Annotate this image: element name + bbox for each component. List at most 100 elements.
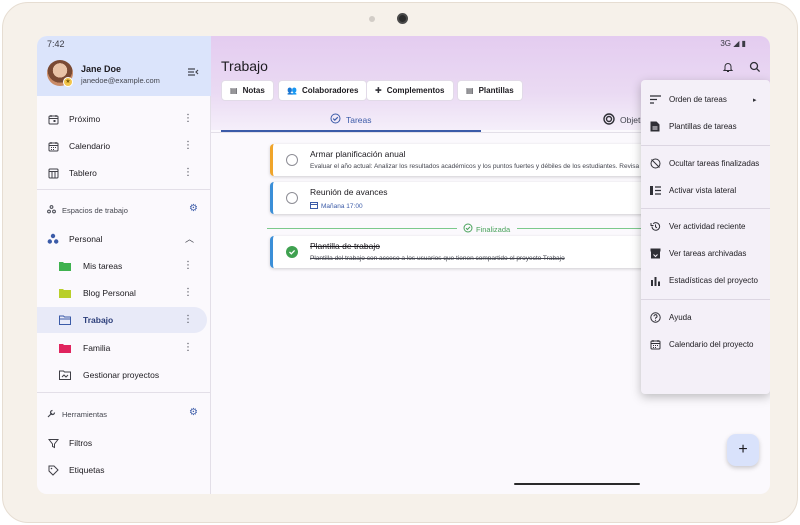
camera-lens [397, 13, 408, 24]
template-icon: ▤ [466, 86, 474, 95]
menu-item-label: Ocultar tareas finalizadas [669, 159, 760, 168]
task-description: Plantilla del trabajo con acceso a los u… [310, 255, 565, 262]
screen: 7:42 ★ Jane Doe janedoe@example.com Próx… [37, 36, 770, 494]
calendar-icon [47, 140, 59, 152]
collapse-menu-icon[interactable] [187, 66, 199, 78]
tab-objetivos[interactable]: Objeti [603, 113, 642, 127]
menu-item-ocultar[interactable]: Ocultar tareas finalizadas [641, 150, 770, 177]
menu-item-vista-lateral[interactable]: Activar vista lateral [641, 177, 770, 204]
task-title: Plantilla de trabajo [310, 241, 380, 251]
more-vert-icon[interactable]: ⋮ [183, 168, 193, 178]
project-label: Mis tareas [83, 261, 123, 271]
chip-plantillas[interactable]: ▤ Plantillas [457, 80, 523, 101]
project-blog-personal[interactable]: Blog Personal ⋮ [37, 280, 211, 306]
workspaces-title: Espacios de trabajo [62, 206, 128, 215]
folder-icon [59, 342, 71, 354]
menu-item-actividad[interactable]: Ver actividad reciente [641, 213, 770, 240]
hide-done-icon [649, 158, 661, 170]
menu-divider [641, 299, 770, 300]
puzzle-icon: ✚ [375, 86, 382, 95]
tools-settings-icon[interactable]: ⚙ [189, 407, 198, 418]
menu-item-calendario[interactable]: Calendario del proyecto [641, 331, 770, 358]
target-icon [603, 113, 615, 127]
menu-item-label: Ayuda [669, 313, 692, 322]
task-title: Armar planificación anual [310, 149, 406, 159]
workspace-icon [47, 233, 59, 245]
more-vert-icon[interactable]: ⋮ [183, 315, 193, 325]
project-familia[interactable]: Familia ⋮ [37, 335, 211, 361]
task-card[interactable]: Reunión de avances Mañana 17:00 [270, 182, 670, 214]
task-title: Reunión de avances [310, 187, 388, 197]
add-task-button[interactable]: + [727, 434, 759, 466]
menu-item-ayuda[interactable]: Ayuda [641, 304, 770, 331]
sidebar-item-label: Etiquetas [69, 465, 105, 475]
chip-label: Colaboradores [301, 86, 359, 95]
sidebar-item-etiquetas[interactable]: Etiquetas [37, 457, 211, 483]
template-icon [649, 121, 661, 133]
search-icon[interactable] [748, 60, 762, 74]
sidebar-item-calendario[interactable]: Calendario ⋮ [37, 133, 211, 159]
sidebar-item-label: Calendario [69, 141, 111, 151]
stats-icon [649, 275, 661, 287]
menu-item-orden[interactable]: Orden de tareas ▸ [641, 86, 770, 113]
sidebar-item-tablero[interactable]: Tablero ⋮ [37, 160, 211, 186]
user-name: Jane Doe [81, 64, 122, 74]
sidebar-item-label: Filtros [69, 438, 93, 448]
status-time: 7:42 [47, 39, 65, 49]
filter-icon [47, 437, 59, 449]
network-type: 3G [720, 39, 731, 48]
chip-colaboradores[interactable]: 👥 Colaboradores [278, 80, 368, 101]
sidebar: 7:42 ★ Jane Doe janedoe@example.com Próx… [37, 36, 211, 494]
tablet-frame: 7:42 ★ Jane Doe janedoe@example.com Próx… [2, 2, 798, 523]
menu-item-label: Activar vista lateral [669, 186, 737, 195]
workspace-label: Personal [69, 234, 103, 244]
more-vert-icon[interactable]: ⋮ [183, 114, 193, 124]
calendar-today-icon [47, 113, 59, 125]
menu-divider [641, 208, 770, 209]
more-vert-icon[interactable]: ⋮ [183, 343, 193, 353]
people-icon: 👥 [287, 86, 297, 95]
chevron-up-icon[interactable]: ︿ [185, 235, 194, 244]
workspace-personal[interactable]: Personal ︿ [37, 226, 211, 252]
manage-folder-icon [59, 369, 71, 381]
task-due-text: Mañana 17:00 [321, 202, 363, 210]
manage-projects[interactable]: Gestionar proyectos [37, 362, 211, 388]
task-checkbox[interactable] [286, 154, 298, 166]
chip-label: Notas [242, 86, 265, 95]
tools-title: Herramientas [62, 410, 108, 419]
menu-divider [641, 145, 770, 146]
tag-icon [47, 464, 59, 476]
sensor-dot [369, 16, 375, 22]
sort-icon [649, 94, 661, 106]
submenu-arrow-icon: ▸ [753, 96, 757, 104]
project-trabajo[interactable]: Trabajo ⋮ [37, 307, 207, 333]
sidebar-divider [37, 392, 211, 393]
menu-item-label: Ver actividad reciente [669, 222, 746, 231]
project-mis-tareas[interactable]: Mis tareas ⋮ [37, 253, 211, 279]
workspaces-icon [47, 205, 56, 216]
menu-item-label: Ver tareas archivadas [669, 249, 747, 258]
task-card-done[interactable]: Plantilla de trabajo Plantilla del traba… [270, 236, 670, 268]
task-card[interactable]: Armar planificación anual Evaluar el año… [270, 144, 670, 176]
tab-label: Tareas [346, 114, 372, 125]
sidebar-header: 7:42 ★ Jane Doe janedoe@example.com [37, 36, 211, 96]
tab-tareas[interactable]: Tareas [330, 113, 372, 126]
sidebar-item-filtros[interactable]: Filtros [37, 430, 211, 456]
overflow-menu: Orden de tareas ▸ Plantillas de tareas O… [641, 80, 770, 394]
menu-item-estadisticas[interactable]: Estadísticas del proyecto [641, 267, 770, 294]
menu-item-archivadas[interactable]: Ver tareas archivadas [641, 240, 770, 267]
chip-complementos[interactable]: ✚ Complementos [366, 80, 454, 101]
more-vert-icon[interactable]: ⋮ [183, 261, 193, 271]
workspaces-section-title: Espacios de trabajo [47, 205, 128, 216]
sidebar-item-proximo[interactable]: Próximo ⋮ [37, 106, 211, 132]
chip-notas[interactable]: ▤ Notas [221, 80, 274, 101]
task-checkbox[interactable] [286, 192, 298, 204]
task-checkbox-checked[interactable] [286, 246, 298, 258]
more-vert-icon[interactable]: ⋮ [183, 288, 193, 298]
bell-icon[interactable] [721, 60, 735, 74]
separator-line [267, 228, 457, 229]
menu-item-plantillas[interactable]: Plantillas de tareas [641, 113, 770, 140]
more-vert-icon[interactable]: ⋮ [183, 141, 193, 151]
check-circle-icon [463, 223, 473, 235]
workspaces-settings-icon[interactable]: ⚙ [189, 203, 198, 214]
